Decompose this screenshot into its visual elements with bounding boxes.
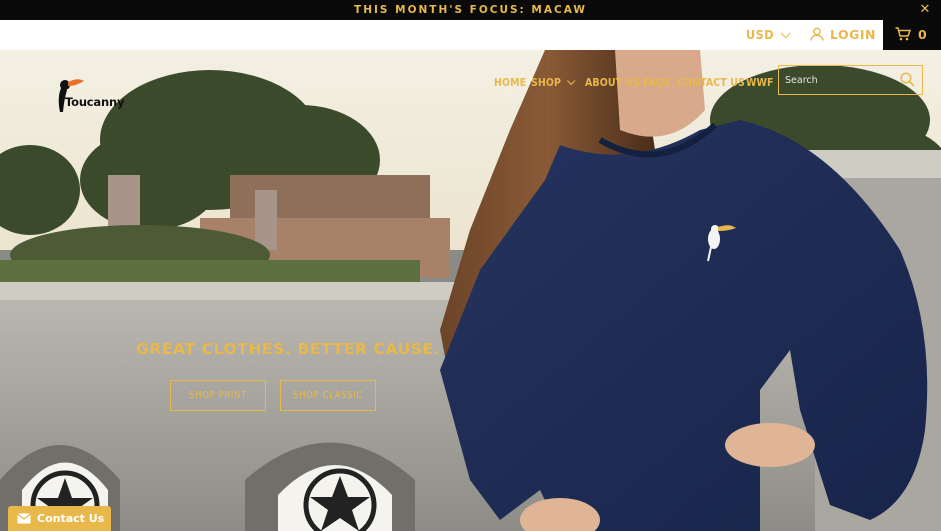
cart-button[interactable]: 0 xyxy=(883,20,941,50)
nav-item-contact-us[interactable]: CONTACT US xyxy=(677,75,745,91)
currency-value: USD xyxy=(746,27,775,42)
search-icon[interactable] xyxy=(900,72,915,87)
hero-image xyxy=(0,50,941,531)
chevron-down-icon xyxy=(780,28,791,39)
nav-item-home[interactable]: HOME xyxy=(494,75,526,91)
nav-item-shop[interactable]: SHOP xyxy=(531,75,576,91)
shop-classic-button[interactable]: SHOP CLASSIC xyxy=(280,380,376,411)
mail-icon xyxy=(17,513,31,524)
login-label: LOGIN xyxy=(830,27,877,42)
user-icon xyxy=(810,27,824,41)
login-link[interactable]: LOGIN xyxy=(810,20,876,50)
search-input[interactable] xyxy=(785,72,895,89)
contact-us-label: Contact Us xyxy=(37,512,105,525)
nav-item-wwf[interactable]: WWF xyxy=(746,75,774,91)
announcement-bar: THIS MONTH'S FOCUS: MACAW ✕ xyxy=(0,0,941,20)
hero-tagline: GREAT CLOTHES. BETTER CAUSE. xyxy=(136,340,441,358)
shop-print-button[interactable]: SHOP PRINT xyxy=(170,380,266,411)
nav-item-shop-label: SHOP xyxy=(531,77,562,89)
nav-item-faqs[interactable]: FAQS xyxy=(643,75,671,91)
search-box xyxy=(778,65,923,95)
utility-bar: USD LOGIN 0 xyxy=(0,20,941,50)
brand-name: Toucanny xyxy=(65,95,125,109)
contact-us-widget[interactable]: Contact Us xyxy=(8,506,111,531)
close-icon[interactable]: ✕ xyxy=(919,0,933,20)
nav-item-about-us[interactable]: ABOUT US xyxy=(585,75,640,91)
cart-count: 0 xyxy=(918,27,927,42)
currency-selector[interactable]: USD xyxy=(746,20,791,50)
announcement-text: THIS MONTH'S FOCUS: MACAW xyxy=(354,4,587,16)
hero-banner: Toucanny HOME SHOP ABOUT US FAQS CONTACT… xyxy=(0,50,941,531)
cart-icon xyxy=(895,27,911,41)
